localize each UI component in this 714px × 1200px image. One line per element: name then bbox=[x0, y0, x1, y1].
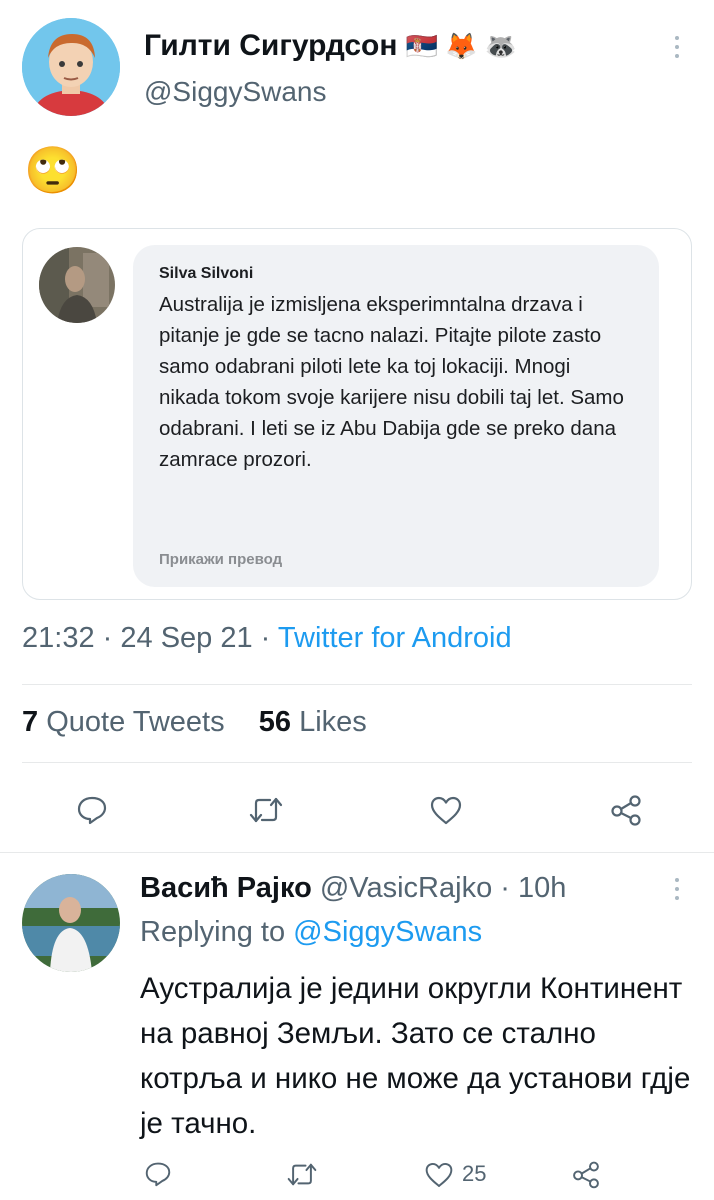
reply-time[interactable]: 10h bbox=[518, 872, 566, 904]
likes-stat[interactable]: 56 Likes bbox=[259, 706, 367, 738]
comment-text: Australija je izmisljena eksperimntalna … bbox=[159, 293, 624, 471]
reply-like-count: 25 bbox=[462, 1161, 487, 1186]
reply-author-name[interactable]: Васић Рајко bbox=[140, 872, 312, 904]
retweet-icon[interactable] bbox=[244, 788, 288, 832]
quote-tweets-label: Quote Tweets bbox=[46, 706, 225, 738]
author-avatar[interactable] bbox=[22, 18, 120, 116]
reply-text: Аустралија је једини округли Континент н… bbox=[140, 972, 691, 1140]
commenter-avatar bbox=[39, 247, 115, 323]
reply-reply-icon[interactable] bbox=[140, 1156, 176, 1192]
divider bbox=[22, 762, 692, 763]
commenter-photo bbox=[39, 247, 115, 323]
reply-author-handle[interactable]: @VasicRajko bbox=[320, 872, 492, 904]
reply-separator: · bbox=[500, 872, 510, 904]
reply-like-group[interactable]: 25 bbox=[424, 1156, 486, 1192]
translate-link[interactable]: Прикажи превод bbox=[159, 551, 282, 568]
reply-more-options-icon[interactable] bbox=[673, 878, 681, 900]
reply-icon[interactable] bbox=[70, 788, 114, 832]
tweet-stats: 7 Quote Tweets 56 Likes bbox=[22, 706, 367, 739]
author-emojis: 🇷🇸 🦊 🦝 bbox=[405, 30, 518, 61]
avatar-portrait bbox=[22, 18, 120, 116]
divider bbox=[0, 852, 714, 853]
replying-to: Replying to @SiggySwans bbox=[140, 916, 482, 949]
tweet-date[interactable]: 24 Sep 21 bbox=[120, 622, 252, 654]
comment-bubble: Silva Silvoni Australija je izmisljena e… bbox=[133, 245, 659, 587]
author-handle[interactable]: @SiggySwans bbox=[144, 76, 327, 108]
reply-retweet-icon[interactable] bbox=[282, 1156, 322, 1192]
quote-tweets-count: 7 bbox=[22, 706, 39, 738]
like-icon[interactable] bbox=[424, 788, 468, 832]
meta-separator: · bbox=[260, 622, 271, 654]
commenter-name: Silva Silvoni bbox=[159, 265, 254, 282]
likes-label: Likes bbox=[299, 706, 367, 738]
reply-share-icon[interactable] bbox=[566, 1154, 606, 1194]
tweet-source[interactable]: Twitter for Android bbox=[278, 622, 512, 654]
replying-prefix: Replying to bbox=[140, 916, 286, 948]
author-name-row: Гилти Сигурдсон 🇷🇸 🦊 🦝 bbox=[144, 26, 517, 66]
tweet-time[interactable]: 21:32 bbox=[22, 622, 95, 654]
author-name[interactable]: Гилти Сигурдсон bbox=[144, 29, 397, 63]
reply-header: Васић Рајко @VasicRajko · 10h bbox=[140, 872, 566, 905]
replying-to-handle[interactable]: @SiggySwans bbox=[293, 916, 482, 948]
reply-like-icon[interactable] bbox=[424, 1161, 454, 1188]
meta-separator: · bbox=[102, 622, 113, 654]
reply-avatar-photo bbox=[22, 874, 120, 972]
tweet-body-emoji: 🙄 bbox=[24, 144, 82, 196]
quote-tweets-stat[interactable]: 7 Quote Tweets bbox=[22, 706, 233, 738]
reply-author-avatar[interactable] bbox=[22, 874, 120, 972]
likes-count: 56 bbox=[258, 706, 291, 738]
divider bbox=[22, 684, 692, 685]
share-icon[interactable] bbox=[604, 788, 648, 832]
quoted-media-card[interactable]: Silva Silvoni Australija je izmisljena e… bbox=[22, 228, 692, 600]
more-options-icon[interactable] bbox=[673, 36, 681, 58]
tweet-meta: 21:32 · 24 Sep 21 · Twitter for Android bbox=[22, 622, 512, 655]
